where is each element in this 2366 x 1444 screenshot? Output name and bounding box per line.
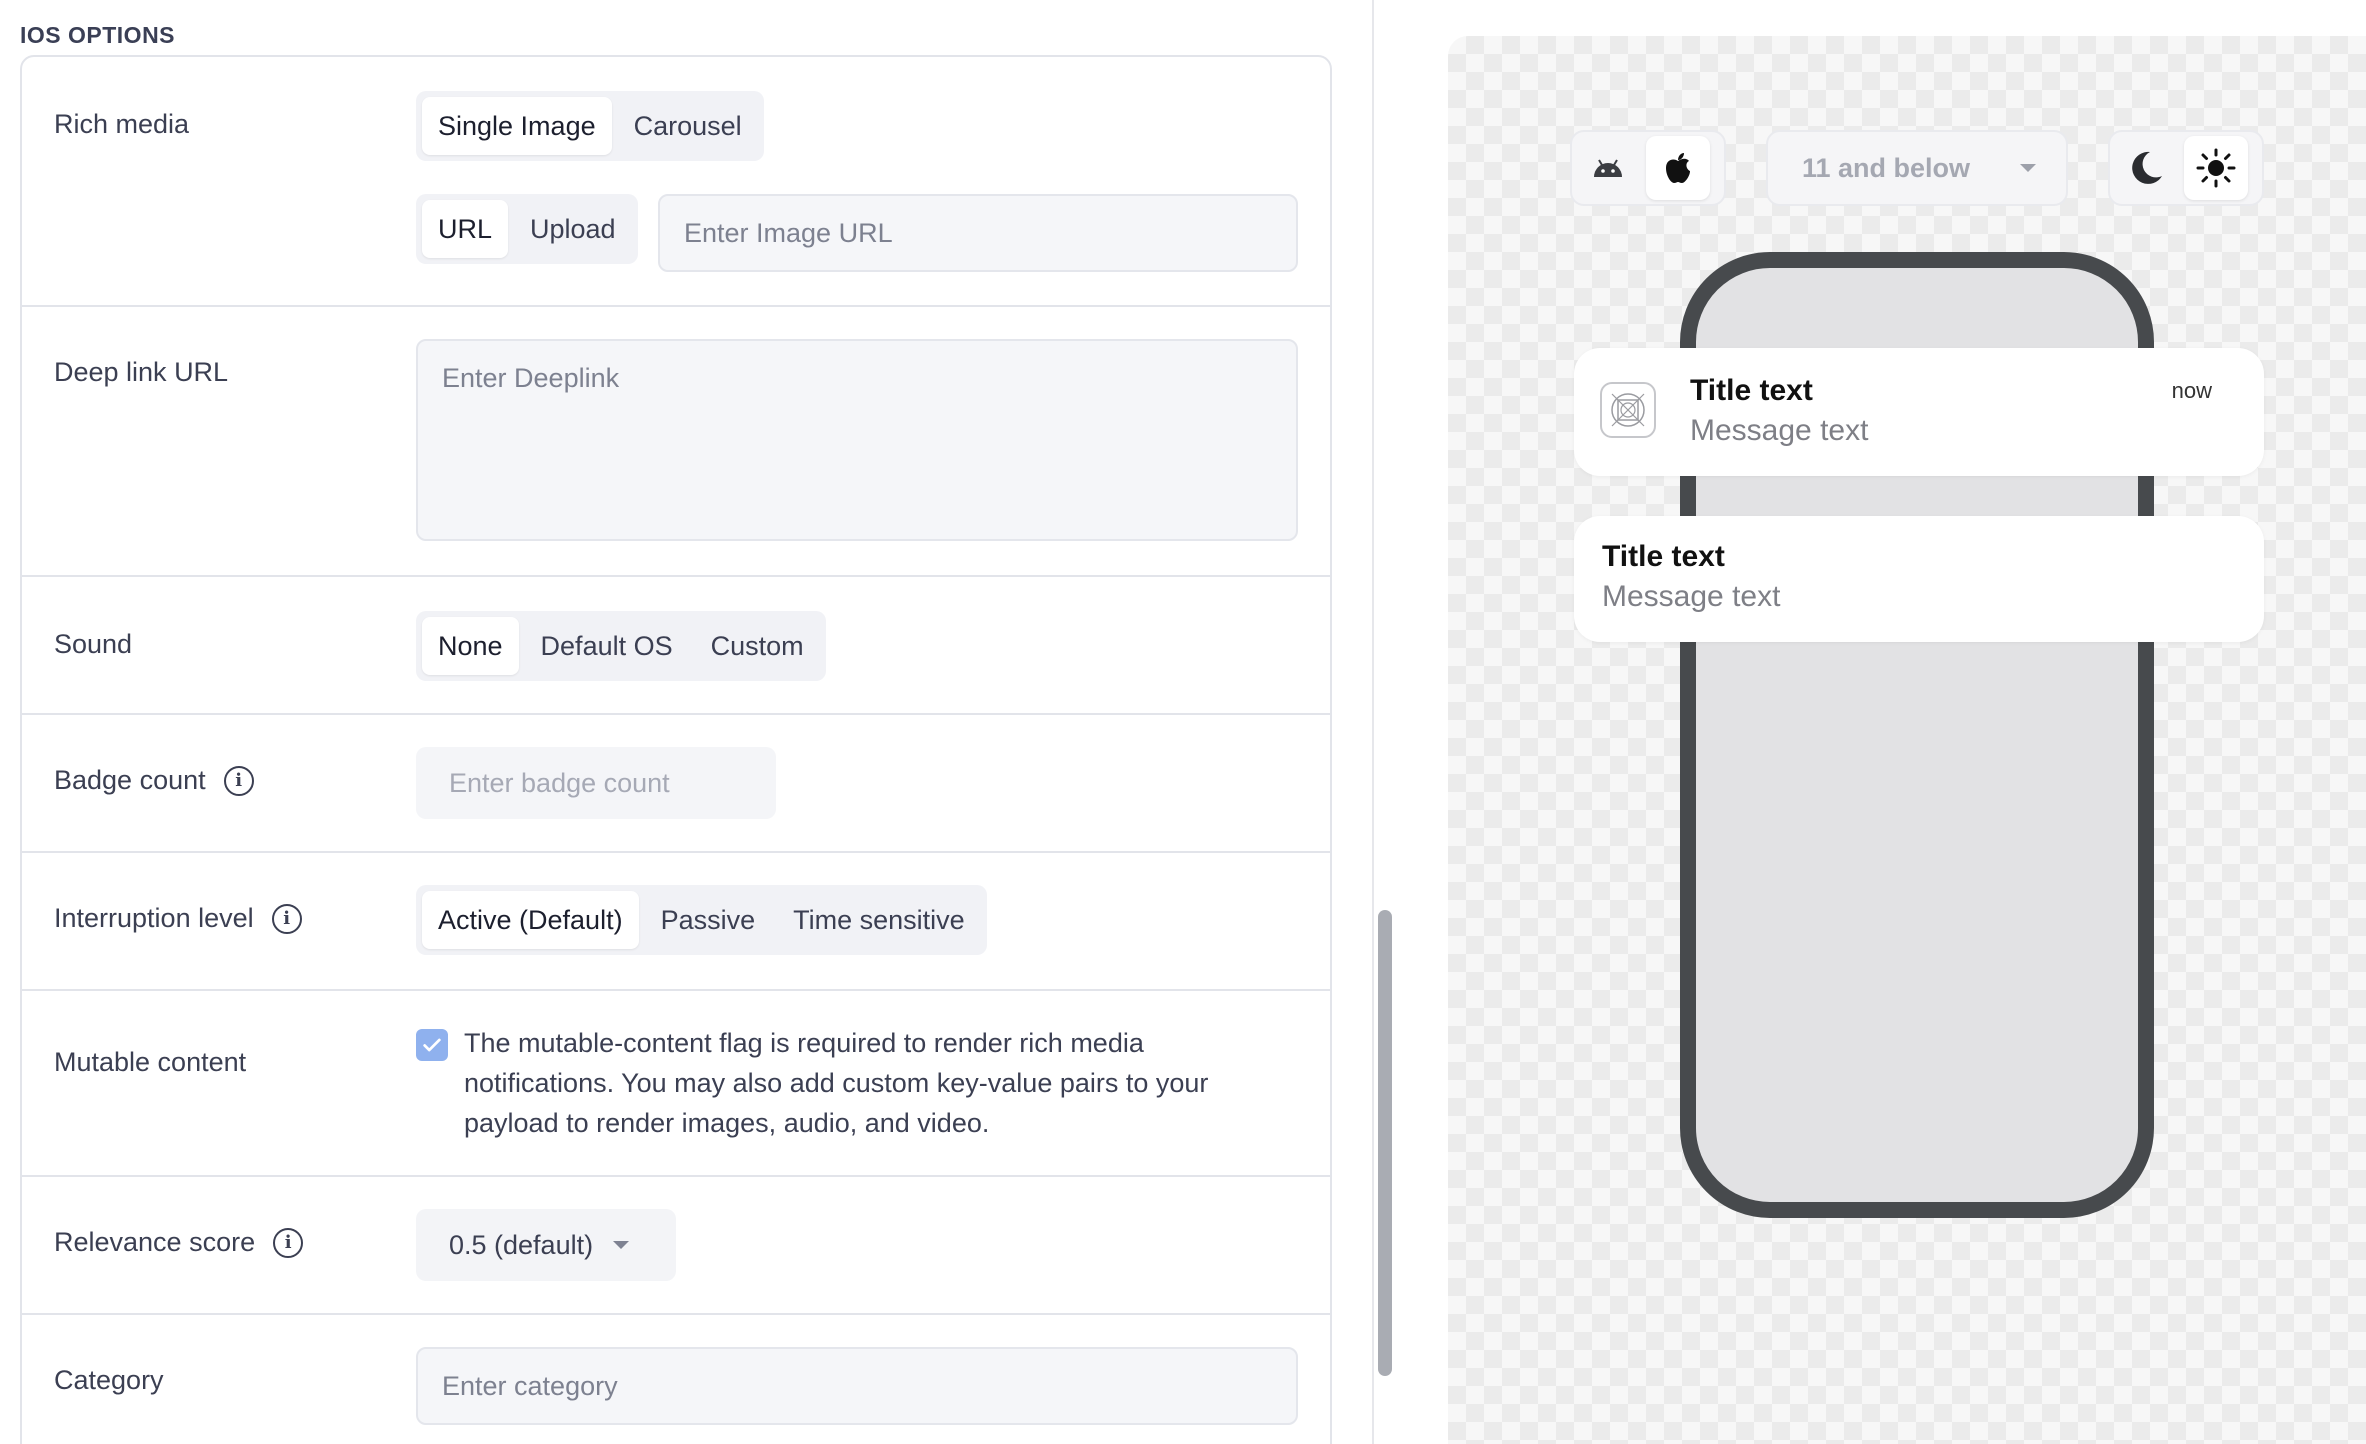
mutable-content-description: The mutable-content flag is required to … [464, 1028, 1209, 1138]
theme-toggle [2108, 130, 2264, 206]
option-passive[interactable]: Passive [645, 891, 772, 949]
row-category: Category Enter category [22, 1315, 1330, 1444]
chevron-down-icon [2020, 164, 2036, 172]
rich-media-source-toggle: URL Upload [416, 194, 638, 264]
notification-time: now [2171, 378, 2212, 403]
notification-title: Title text [1602, 540, 1725, 573]
android-platform-button[interactable] [1576, 136, 1640, 200]
scrollbar-thumb[interactable] [1378, 910, 1392, 1376]
info-icon[interactable]: i [273, 1227, 304, 1258]
sound-label: Sound [54, 629, 133, 659]
mutable-content-checkbox[interactable] [416, 1029, 448, 1061]
ios-options-panel: IOS OPTIONS Rich media Single Image Caro… [0, 0, 1372, 1444]
row-badge-count: Badge count i Enter badge count [22, 715, 1330, 853]
badge-count-input[interactable]: Enter badge count [416, 747, 776, 819]
row-sound: Sound None Default OS Custom [22, 577, 1330, 715]
panel-divider [1372, 0, 1374, 1444]
os-version-value: 11 and below [1802, 152, 1971, 183]
row-deep-link: Deep link URL Enter Deeplink [22, 307, 1330, 577]
mutable-content-label: Mutable content [54, 1047, 247, 1077]
option-sound-none[interactable]: None [422, 617, 519, 675]
rich-media-type-toggle: Single Image Carousel [416, 91, 764, 161]
ios-options-card: Rich media Single Image Carousel URL Upl… [20, 55, 1332, 1444]
option-url[interactable]: URL [422, 200, 509, 258]
notification-compact: Title text Message text [1574, 516, 2264, 642]
info-icon[interactable]: i [223, 765, 254, 796]
option-sound-default[interactable]: Default OS [525, 617, 689, 675]
option-upload[interactable]: Upload [514, 200, 632, 258]
notification-title: Title text [1690, 374, 1813, 407]
deep-link-label: Deep link URL [54, 357, 229, 387]
option-sound-custom[interactable]: Custom [695, 617, 820, 675]
row-mutable-content: Mutable content The mutable-content flag… [22, 991, 1330, 1177]
notification-message: Message text [1690, 414, 1869, 447]
section-title: IOS OPTIONS [20, 22, 176, 48]
category-label: Category [54, 1365, 164, 1395]
moon-icon [2132, 151, 2162, 184]
option-time-sensitive[interactable]: Time sensitive [777, 891, 981, 949]
info-icon[interactable]: i [271, 903, 302, 934]
interruption-level-label: Interruption level i [54, 903, 302, 934]
option-single-image[interactable]: Single Image [422, 97, 612, 155]
app-icon [1600, 382, 1656, 438]
row-relevance-score: Relevance score i 0.5 (default) [22, 1177, 1330, 1315]
rich-media-label: Rich media [54, 109, 190, 139]
os-version-dropdown[interactable]: 11 and below [1766, 130, 2068, 206]
notification-message: Message text [1602, 580, 1781, 613]
sound-toggle: None Default OS Custom [416, 611, 826, 681]
android-icon [1594, 159, 1622, 177]
relevance-score-label: Relevance score i [54, 1227, 304, 1258]
badge-count-label: Badge count i [54, 765, 254, 796]
option-active[interactable]: Active (Default) [422, 891, 639, 949]
app-placeholder-icon [1611, 393, 1645, 427]
relevance-score-dropdown[interactable]: 0.5 (default) [416, 1209, 676, 1281]
light-theme-button[interactable] [2184, 136, 2248, 200]
apple-platform-button[interactable] [1646, 136, 1710, 200]
deep-link-textarea[interactable]: Enter Deeplink [416, 339, 1298, 541]
row-rich-media: Rich media Single Image Carousel URL Upl… [22, 57, 1330, 307]
sun-icon [2196, 148, 2236, 188]
notification-expanded: Title text Message text now [1574, 348, 2264, 476]
relevance-score-value: 0.5 (default) [449, 1229, 594, 1260]
chevron-down-icon [613, 1241, 630, 1249]
option-carousel[interactable]: Carousel [618, 97, 758, 155]
image-url-input[interactable]: Enter Image URL [658, 194, 1298, 272]
row-interruption-level: Interruption level i Active (Default) Pa… [22, 853, 1330, 991]
category-input[interactable]: Enter category [416, 1347, 1298, 1425]
apple-icon [1666, 153, 1690, 183]
check-icon [423, 1038, 441, 1052]
interruption-toggle: Active (Default) Passive Time sensitive [416, 885, 987, 955]
platform-toggle [1570, 130, 1726, 206]
dark-theme-button[interactable] [2114, 136, 2178, 200]
notification-preview: 11 and below Title text Message text now… [1448, 36, 2366, 1444]
